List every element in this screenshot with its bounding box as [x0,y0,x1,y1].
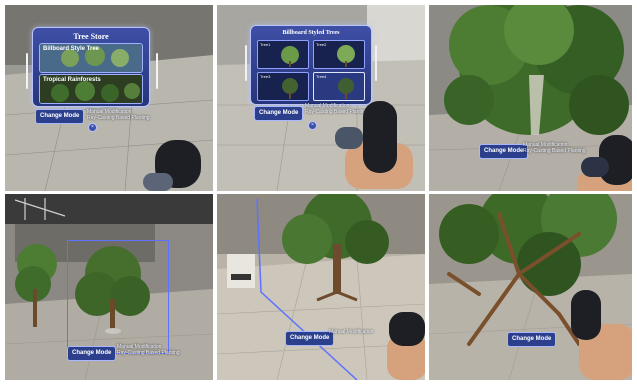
option-billboard-style-tree[interactable]: Billboard Style Tree [39,43,143,73]
mode-note: Manual Modification Ray-Casting Based Pl… [87,109,150,121]
note-ray-casting: Ray-Casting Based Planting [87,115,150,121]
menu-rail-left [26,53,28,89]
scene-panel-4: Change Mode Manual Modification Ray-Cast… [5,194,213,380]
mode-note: Manual Modification Ray-Casting Based Pl… [523,142,586,154]
change-mode-button[interactable]: Change Mode [254,106,304,121]
menu-title: Billboard Styled Trees [282,30,340,36]
change-mode-button[interactable]: Change Mode [285,331,335,346]
note-ray-casting: Ray-Casting Based Planting [305,109,368,115]
note-ray-casting: Ray-Casting Based Planting [117,350,180,356]
close-icon[interactable]: × [88,123,97,132]
tree-card-4[interactable]: Tree4 [313,72,365,101]
change-mode-button[interactable]: Change Mode [67,346,117,361]
change-mode-button[interactable]: Change Mode [507,332,557,347]
vr-controller [389,312,425,346]
close-icon[interactable]: × [308,121,317,130]
tree-thumbnail [281,46,299,67]
menu-rail-right [156,53,158,89]
vr-controller [363,101,397,173]
mode-note: Manual Modification Ray-Casting Based Pl… [305,103,368,115]
scene-panel-2: Billboard Styled Trees Tree1 Tree2 Tree3… [217,5,425,191]
option-label-rainforest: Tropical Rainforests [43,77,101,83]
controller-ring [581,157,609,177]
tree-card-3[interactable]: Tree3 [257,72,309,101]
menu-rail-left [245,45,247,81]
billboard-trees-menu: Billboard Styled Trees Tree1 Tree2 Tree3… [250,25,372,105]
change-mode-button[interactable]: Change Mode [479,144,529,159]
controller-base [143,173,173,191]
tree-bounding-box[interactable] [67,240,169,354]
note-ray-casting: Ray-Casting Based Planting [523,148,586,154]
tree-store-menu: Tree Store Billboard Style Tree Tropical… [32,27,150,107]
note-manual-modification: Manual Modification [329,329,374,335]
menu-rail-right [375,45,377,81]
scene-panel-6: Change Mode [429,194,632,380]
vr-controller [571,290,601,340]
scene-panel-1: Tree Store Billboard Style Tree Tropical… [5,5,213,191]
tree-card-1[interactable]: Tree1 [257,40,309,69]
tree-thumbnail [338,78,354,99]
tree-thumbnail [337,45,355,67]
menu-title: Tree Store [73,32,109,41]
controller-ring [335,127,363,149]
option-label-billboard: Billboard Style Tree [43,46,100,52]
scene-panel-5: Change Mode Manual Modification [217,194,425,380]
mode-note: Manual Modification Ray-Casting Based Pl… [117,344,180,356]
option-tropical-rainforests[interactable]: Tropical Rainforests [39,74,143,104]
tree-thumbnail [282,78,298,99]
change-mode-button[interactable]: Change Mode [35,109,85,124]
tree-card-2[interactable]: Tree2 [313,40,365,69]
mode-note: Manual Modification [329,329,373,335]
scene-panel-3: Change Mode Manual Modification Ray-Cast… [429,5,632,191]
